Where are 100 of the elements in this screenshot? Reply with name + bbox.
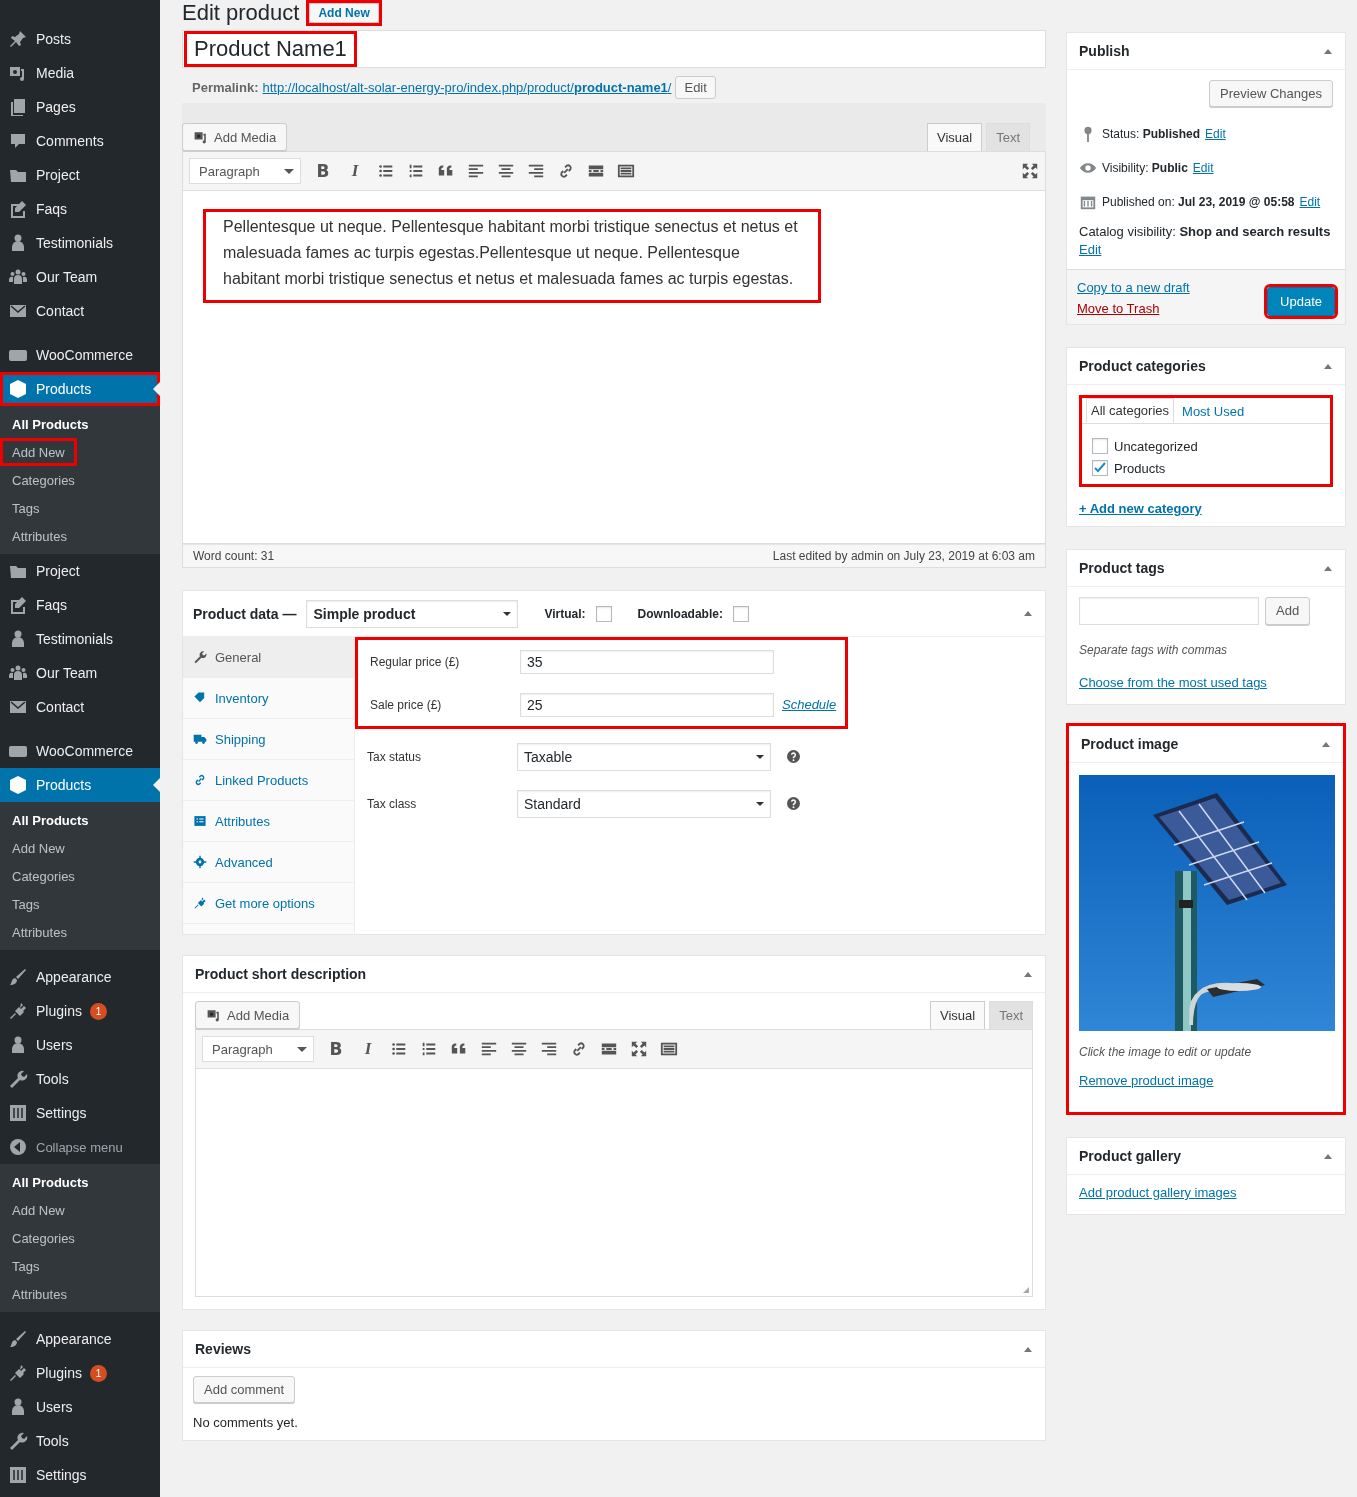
- editor-area[interactable]: [182, 191, 1046, 544]
- submenu-item[interactable]: Attributes: [0, 522, 79, 550]
- align-right-icon[interactable]: [527, 162, 545, 180]
- help-icon[interactable]: [787, 750, 800, 763]
- toggle-arrow-icon[interactable]: [1323, 564, 1333, 572]
- title-field[interactable]: Product Name1: [182, 30, 1046, 68]
- menu-item[interactable]: Tools: [0, 1424, 160, 1458]
- submenu-item[interactable]: Categories: [0, 1224, 87, 1252]
- category-tab[interactable]: Most Used: [1178, 400, 1249, 423]
- fullscreen-icon[interactable]: [1021, 162, 1039, 180]
- submenu-item[interactable]: Tags: [0, 890, 52, 918]
- editor-tab[interactable]: Text: [986, 123, 1030, 151]
- product-data-tab[interactable]: Get more options: [183, 883, 354, 924]
- editor-tab[interactable]: Text: [989, 1001, 1033, 1029]
- product-data-tab[interactable]: Inventory: [183, 678, 354, 719]
- schedule-link[interactable]: Schedule: [782, 697, 837, 712]
- permalink-link[interactable]: http://localhost/alt-solar-energy-pro/index.php/product/product-name1/: [262, 80, 672, 95]
- help-icon[interactable]: [787, 797, 800, 810]
- menu-item[interactable]: Products: [0, 372, 160, 406]
- edit-link[interactable]: Edit: [1079, 242, 1102, 257]
- price-field[interactable]: 25: [520, 692, 774, 717]
- submenu-item[interactable]: All Products: [0, 806, 101, 834]
- update-button[interactable]: Update: [1267, 287, 1335, 316]
- italic-button[interactable]: I: [358, 1039, 378, 1059]
- menu-item[interactable]: Settings: [0, 1096, 160, 1130]
- menu-item[interactable]: Pages: [0, 90, 160, 124]
- product-type-select[interactable]: Simple product: [306, 599, 519, 628]
- menu-item[interactable]: Settings: [0, 1458, 160, 1492]
- submenu-item[interactable]: Add New: [0, 438, 77, 466]
- category-label[interactable]: Uncategorized: [1114, 438, 1198, 454]
- checkbox[interactable]: [1092, 460, 1108, 476]
- product-data-tab[interactable]: Attributes: [183, 801, 354, 842]
- menu-item[interactable]: Products: [0, 768, 160, 802]
- copy-draft-link[interactable]: Copy to a new draft: [1077, 280, 1190, 295]
- numbered-list-icon[interactable]: [420, 1040, 438, 1058]
- submenu-item[interactable]: Add New: [0, 1196, 77, 1224]
- format-select[interactable]: Paragraph: [189, 158, 301, 184]
- menu-item[interactable]: Appearance: [0, 1322, 160, 1356]
- tag-field[interactable]: [1079, 597, 1259, 625]
- category-label[interactable]: Products: [1114, 460, 1166, 476]
- add-category-link[interactable]: + Add new category: [1079, 501, 1202, 516]
- italic-button[interactable]: I: [345, 161, 365, 181]
- submenu-item[interactable]: Categories: [0, 466, 87, 494]
- menu-item[interactable]: Plugins 1: [0, 1356, 160, 1390]
- edit-link[interactable]: Edit: [1299, 195, 1321, 209]
- menu-item[interactable]: Plugins 1: [0, 994, 160, 1028]
- toolbar-toggle-icon[interactable]: [660, 1040, 678, 1058]
- edit-link[interactable]: Edit: [1192, 161, 1214, 175]
- menu-item[interactable]: Project: [0, 554, 160, 588]
- submenu-item[interactable]: Add New: [0, 834, 77, 862]
- bold-button[interactable]: B: [313, 161, 333, 181]
- editor-tab[interactable]: Visual: [926, 123, 983, 151]
- price-field[interactable]: 35: [520, 649, 774, 674]
- checkbox[interactable]: [595, 605, 612, 622]
- toggle-arrow-icon[interactable]: [1023, 610, 1033, 617]
- toggle-arrow-icon[interactable]: [1321, 740, 1331, 748]
- submenu-item[interactable]: Attributes: [0, 1280, 79, 1308]
- toggle-arrow-icon[interactable]: [1023, 970, 1033, 978]
- add-gallery-link[interactable]: Add product gallery images: [1079, 1185, 1237, 1200]
- checkbox[interactable]: [1092, 438, 1108, 454]
- menu-item[interactable]: Tools: [0, 1062, 160, 1096]
- menu-item[interactable]: Contact: [0, 294, 160, 328]
- menu-item[interactable]: Users: [0, 1028, 160, 1062]
- trash-link[interactable]: Move to Trash: [1077, 301, 1190, 316]
- resize-handle-icon[interactable]: [1022, 1286, 1030, 1294]
- product-data-tab[interactable]: General: [183, 637, 354, 678]
- add-new-button[interactable]: Add New: [309, 3, 379, 23]
- menu-item[interactable]: Comments: [0, 124, 160, 158]
- menu-item[interactable]: WooCommerce: [0, 338, 160, 372]
- add-media-button[interactable]: Add Media: [195, 1001, 301, 1029]
- fullscreen-icon[interactable]: [630, 1040, 648, 1058]
- menu-item[interactable]: Project: [0, 158, 160, 192]
- bullet-list-icon[interactable]: [390, 1040, 408, 1058]
- submenu-item[interactable]: Tags: [0, 1252, 52, 1280]
- menu-item[interactable]: Faqs: [0, 192, 160, 226]
- menu-item[interactable]: Testimonials: [0, 226, 160, 260]
- product-data-tab[interactable]: Linked Products: [183, 760, 354, 801]
- toggle-arrow-icon[interactable]: [1023, 1345, 1033, 1353]
- menu-item[interactable]: Our Team: [0, 656, 160, 690]
- submenu-item[interactable]: Categories: [0, 862, 87, 890]
- menu-item[interactable]: Posts: [0, 22, 160, 56]
- add-media-button[interactable]: Add Media: [182, 123, 288, 151]
- menu-item[interactable]: Our Team: [0, 260, 160, 294]
- menu-item[interactable]: Collapse menu: [0, 1130, 160, 1164]
- align-left-icon[interactable]: [467, 162, 485, 180]
- product-data-tab[interactable]: Shipping: [183, 719, 354, 760]
- toggle-arrow-icon[interactable]: [1323, 47, 1333, 55]
- format-select[interactable]: Paragraph: [202, 1036, 314, 1062]
- numbered-list-icon[interactable]: [407, 162, 425, 180]
- toggle-arrow-icon[interactable]: [1323, 1152, 1333, 1160]
- add-comment-button[interactable]: Add comment: [193, 1376, 296, 1403]
- submenu-item[interactable]: Tags: [0, 494, 52, 522]
- align-center-icon[interactable]: [497, 162, 515, 180]
- category-tab[interactable]: All categories: [1086, 398, 1175, 423]
- align-center-icon[interactable]: [510, 1040, 528, 1058]
- checkbox[interactable]: [732, 605, 749, 622]
- submenu-item[interactable]: Attributes: [0, 918, 79, 946]
- menu-item[interactable]: Testimonials: [0, 622, 160, 656]
- submenu-item[interactable]: All Products: [0, 410, 101, 438]
- submenu-item[interactable]: All Products: [0, 1168, 101, 1196]
